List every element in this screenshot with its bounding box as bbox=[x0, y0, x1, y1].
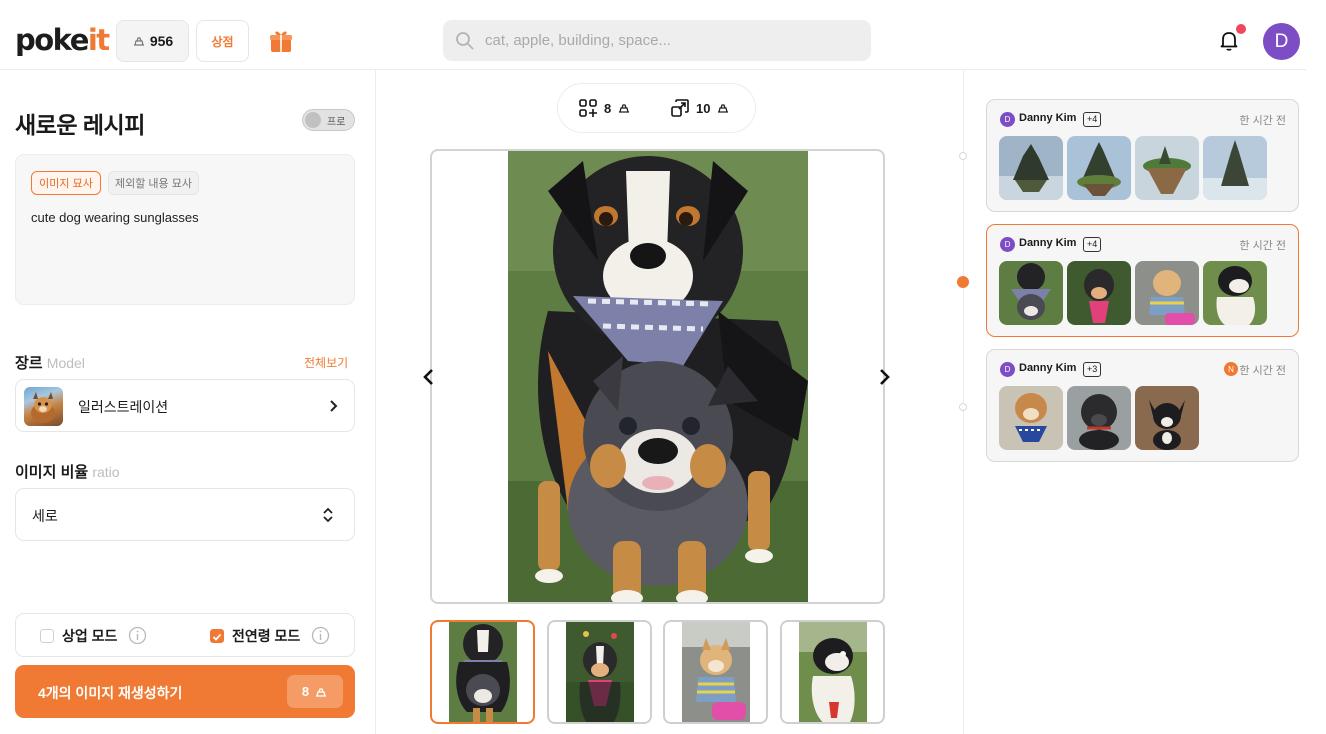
chevron-right-icon[interactable] bbox=[879, 367, 891, 387]
pro-label: 프로 bbox=[327, 117, 346, 128]
see-all-link[interactable]: 전체보기 bbox=[304, 354, 348, 371]
history-timestamp: 한 시간 전 bbox=[1239, 365, 1286, 377]
history-thumbnails bbox=[999, 136, 1267, 200]
search-bar[interactable] bbox=[443, 20, 871, 61]
all-ages-mode-checkbox[interactable] bbox=[210, 629, 224, 643]
genre-heading: 장르 Model bbox=[15, 355, 85, 372]
commercial-mode-checkbox[interactable] bbox=[40, 629, 54, 643]
history-image[interactable] bbox=[1203, 136, 1267, 200]
variant-thumbnail-4[interactable] bbox=[780, 620, 885, 724]
history-thumbnails bbox=[999, 261, 1267, 325]
regenerate-button[interactable]: 4개의 이미지 재생성하기 8 bbox=[15, 665, 355, 718]
variant-image bbox=[449, 622, 517, 722]
timeline-dot[interactable] bbox=[959, 403, 967, 411]
ratio-value: 세로 bbox=[32, 508, 58, 524]
search-input[interactable] bbox=[485, 20, 865, 61]
variant-thumbnail-2[interactable] bbox=[547, 620, 652, 724]
history-image[interactable] bbox=[1067, 261, 1131, 325]
ratio-select[interactable]: 세로 bbox=[15, 488, 355, 541]
history-image[interactable] bbox=[999, 386, 1063, 450]
variant-image bbox=[799, 622, 867, 722]
store-button[interactable]: 상점 bbox=[196, 20, 249, 62]
prompt-input[interactable] bbox=[31, 210, 341, 290]
generated-image[interactable] bbox=[508, 151, 808, 604]
history-user-name: Danny Kim bbox=[1019, 237, 1077, 249]
history-thumbnails bbox=[999, 386, 1199, 450]
history-image[interactable] bbox=[1067, 386, 1131, 450]
history-user-avatar: D bbox=[1000, 362, 1015, 377]
gift-icon[interactable] bbox=[268, 28, 294, 54]
history-card-3[interactable]: D Danny Kim +3 N 한 시간 전 bbox=[986, 349, 1299, 462]
variant-thumbnail-3[interactable] bbox=[663, 620, 768, 724]
info-icon[interactable] bbox=[128, 626, 147, 645]
toggle-knob bbox=[305, 112, 321, 128]
top-bar: pokeit 956 상점 D bbox=[0, 0, 1306, 70]
history-image[interactable] bbox=[1135, 261, 1199, 325]
regenerate-cost: 8 bbox=[287, 675, 343, 708]
timeline-dot[interactable] bbox=[959, 152, 967, 160]
commercial-mode-label: 상업 모드 bbox=[62, 628, 118, 644]
pokeit-logo[interactable]: pokeit bbox=[15, 24, 110, 56]
pro-toggle[interactable]: 프로 bbox=[302, 109, 355, 131]
checkmark-icon bbox=[212, 633, 222, 641]
notification-dot bbox=[1236, 24, 1246, 34]
new-badge: N bbox=[1224, 362, 1238, 376]
upscale-button[interactable]: 10 bbox=[670, 98, 730, 118]
history-image[interactable] bbox=[999, 261, 1063, 325]
all-ages-mode-label: 전연령 모드 bbox=[232, 628, 301, 644]
coin-balance-button[interactable]: 956 bbox=[116, 20, 189, 62]
model-name: 일러스트레이션 bbox=[78, 399, 169, 415]
history-user-name: Danny Kim bbox=[1019, 362, 1077, 374]
upscale-icon bbox=[671, 99, 689, 117]
timeline-dot-active[interactable] bbox=[957, 276, 969, 288]
tab-exclude-content[interactable]: 제외할 내용 묘사 bbox=[108, 171, 199, 195]
history-image-count: +4 bbox=[1083, 112, 1102, 127]
variant-image bbox=[566, 622, 634, 722]
variant-image bbox=[682, 622, 750, 722]
ratio-heading: 이미지 비율 ratio bbox=[15, 464, 120, 481]
tab-describe-image[interactable]: 이미지 묘사 bbox=[31, 171, 101, 195]
page-title: 새로운 레시피 bbox=[15, 112, 145, 138]
history-user-avatar: D bbox=[1000, 112, 1015, 127]
regenerate-label: 4개의 이미지 재생성하기 bbox=[38, 685, 183, 701]
search-icon bbox=[456, 32, 474, 50]
chevron-updown-icon bbox=[323, 507, 333, 523]
coin-icon bbox=[619, 104, 630, 113]
left-divider bbox=[375, 70, 376, 734]
chevron-right-icon bbox=[330, 400, 338, 412]
history-card-1[interactable]: D Danny Kim +4 한 시간 전 bbox=[986, 99, 1299, 212]
history-user-name: Danny Kim bbox=[1019, 112, 1077, 124]
mode-options: 상업 모드 전연령 모드 bbox=[15, 613, 355, 657]
variant-thumbnail-1[interactable] bbox=[430, 620, 535, 724]
right-divider bbox=[963, 70, 964, 734]
generate-more-button[interactable]: 8 bbox=[578, 98, 631, 118]
history-image[interactable] bbox=[1203, 261, 1267, 325]
history-user-avatar: D bbox=[1000, 237, 1015, 252]
history-timestamp: 한 시간 전 bbox=[1239, 115, 1286, 127]
image-viewer bbox=[430, 149, 885, 604]
history-card-2[interactable]: D Danny Kim +4 한 시간 전 bbox=[986, 224, 1299, 337]
coin-icon bbox=[133, 37, 144, 46]
history-image-count: +3 bbox=[1083, 362, 1102, 377]
grid-plus-icon bbox=[579, 99, 597, 117]
history-image-count: +4 bbox=[1083, 237, 1102, 252]
model-selector[interactable]: 일러스트레이션 bbox=[15, 379, 355, 432]
history-image[interactable] bbox=[1067, 136, 1131, 200]
coin-count: 956 bbox=[149, 33, 174, 49]
prompt-panel: 이미지 묘사 제외할 내용 묘사 bbox=[15, 154, 355, 305]
chevron-left-icon[interactable] bbox=[422, 367, 434, 387]
history-image[interactable] bbox=[1135, 386, 1199, 450]
info-icon[interactable] bbox=[311, 626, 330, 645]
history-image[interactable] bbox=[999, 136, 1063, 200]
coin-icon bbox=[316, 687, 327, 697]
history-image[interactable] bbox=[1135, 136, 1199, 200]
coin-icon bbox=[718, 104, 729, 113]
action-cost-pill: 8 10 bbox=[557, 83, 756, 133]
history-timestamp: 한 시간 전 bbox=[1239, 240, 1286, 252]
user-avatar[interactable]: D bbox=[1263, 23, 1300, 60]
model-thumbnail bbox=[24, 387, 63, 426]
